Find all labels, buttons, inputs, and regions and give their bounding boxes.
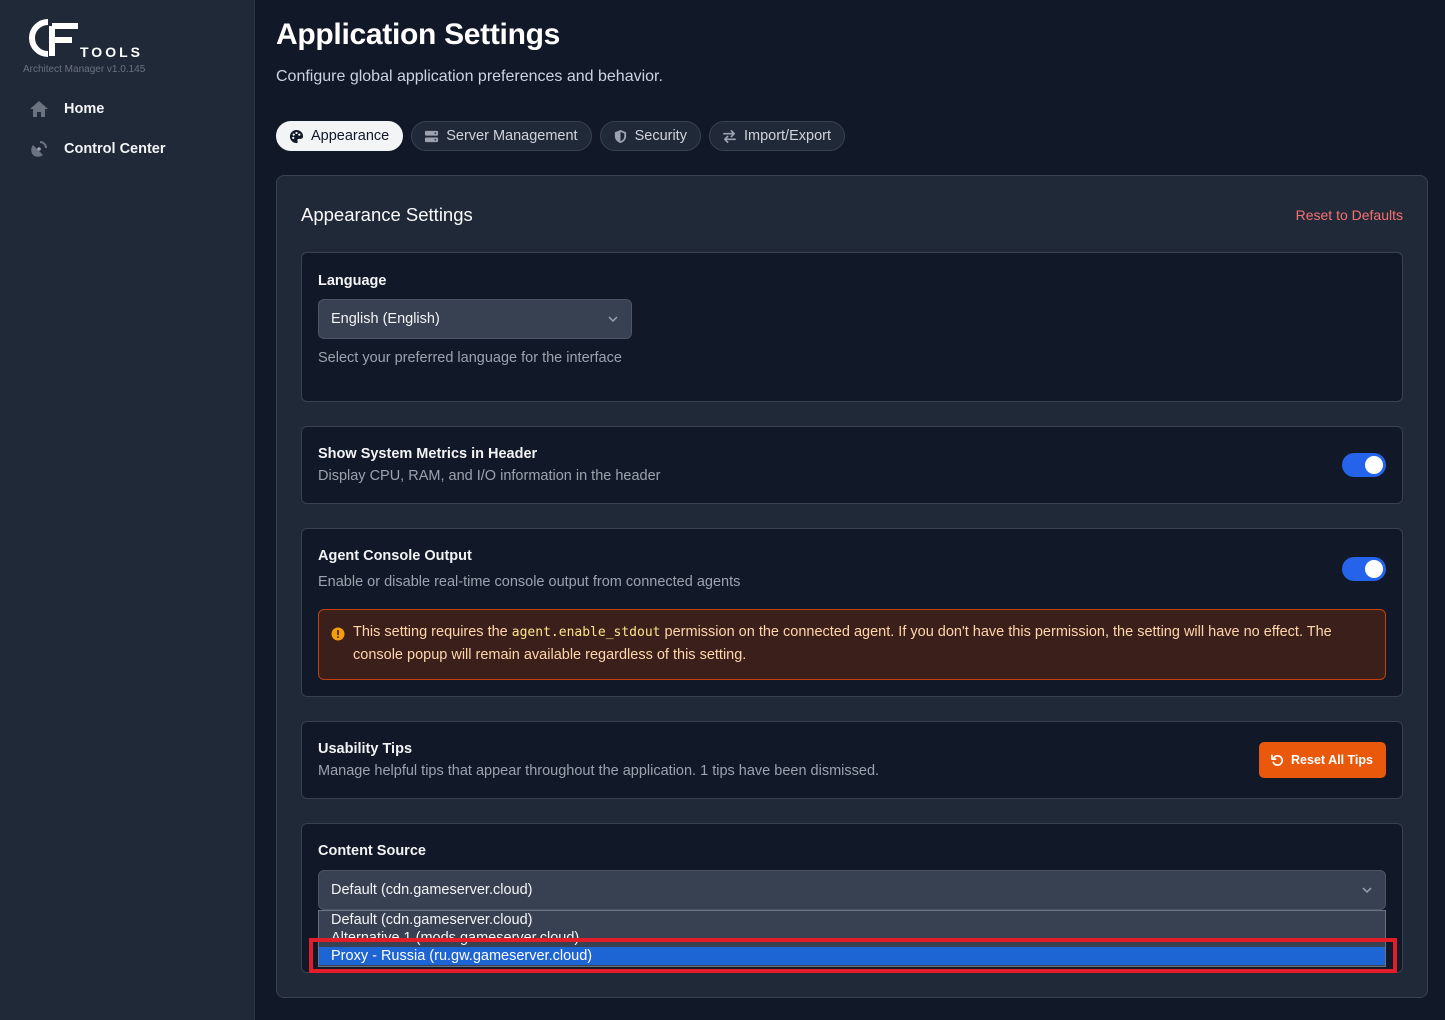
console-desc: Enable or disable real-time console outp… [318,574,741,590]
tab-label: Server Management [446,128,578,144]
swap-icon [722,129,737,144]
language-select[interactable]: English (English) [318,299,632,339]
warning-icon [331,627,345,641]
console-label: Agent Console Output [318,548,472,564]
tips-card: Usability Tips Manage helpful tips that … [301,721,1403,799]
home-icon [28,98,50,120]
metrics-card: Show System Metrics in Header Display CP… [301,426,1403,504]
content-source-card: Content Source Default (cdn.gameserver.c… [301,823,1403,973]
tab-import-export[interactable]: Import/Export [708,121,845,151]
palette-icon [289,129,304,144]
sidebar-item-label: Control Center [64,141,166,157]
appearance-panel: Appearance Settings Reset to Defaults La… [276,175,1428,998]
metrics-desc: Display CPU, RAM, and I/O information in… [318,468,661,484]
toggle-knob [1365,560,1383,578]
page-subtitle: Configure global application preferences… [276,68,663,85]
warning-code: agent.enable_stdout [511,625,661,640]
panel-title: Appearance Settings [301,204,473,225]
tab-security[interactable]: Security [599,121,701,151]
reset-tips-label: Reset All Tips [1291,753,1373,767]
sidebar-item-home[interactable]: Home [28,97,104,121]
tips-label: Usability Tips [318,741,413,757]
tips-desc: Manage helpful tips that appear througho… [318,763,880,779]
content-source-dropdown: Default (cdn.gameserver.cloud) Alternati… [318,910,1386,967]
language-card: Language English (English) Select your p… [301,252,1403,402]
metrics-toggle[interactable] [1342,453,1386,477]
permission-warning: This setting requires the agent.enable_s… [318,609,1386,680]
chevron-down-icon [1362,887,1372,894]
language-select-value: English (English) [331,311,440,327]
page-title: Application Settings [276,18,561,51]
chevron-down-icon [608,316,618,323]
language-label: Language [318,273,387,289]
metrics-label: Show System Metrics in Header [318,446,538,462]
dropdown-option-proxy-russia[interactable]: Proxy - Russia (ru.gw.gameserver.cloud) [319,947,1385,965]
console-card: Agent Console Output Enable or disable r… [301,528,1403,697]
tab-appearance[interactable]: Appearance [276,121,404,151]
reset-all-tips-button[interactable]: Reset All Tips [1259,742,1386,778]
content-source-label: Content Source [318,843,426,859]
tab-server-management[interactable]: Server Management [411,121,592,151]
reset-defaults-button[interactable]: Reset to Defaults [1296,207,1403,223]
sidebar: TOOLS Architect Manager v1.0.145 Home Co… [0,0,255,1020]
dropdown-option-alternative-1[interactable]: Alternative 1 (mods.gameserver.cloud) [319,929,1385,947]
satellite-icon [28,138,50,160]
sidebar-item-label: Home [64,101,105,117]
console-toggle[interactable] [1342,557,1386,581]
language-help: Select your preferred language for the i… [318,350,622,366]
toggle-knob [1365,456,1383,474]
warning-text-pre: This setting requires the [353,624,512,640]
dropdown-option-default[interactable]: Default (cdn.gameserver.cloud) [319,911,1385,929]
settings-tabs: Appearance Server Management Security Im… [276,121,845,151]
sidebar-item-control-center[interactable]: Control Center [28,137,166,161]
shield-icon [613,129,628,144]
server-icon [424,129,439,144]
tab-label: Appearance [311,128,390,144]
tab-label: Security [634,128,687,144]
content-source-select[interactable]: Default (cdn.gameserver.cloud) [318,870,1386,910]
main-content: Application Settings Configure global ap… [256,0,1445,1020]
content-source-select-value: Default (cdn.gameserver.cloud) [331,882,533,898]
logo-wordmark: TOOLS [80,44,143,60]
tab-label: Import/Export [743,128,831,144]
undo-icon [1271,754,1284,767]
app-version: Architect Manager v1.0.145 [23,64,146,75]
